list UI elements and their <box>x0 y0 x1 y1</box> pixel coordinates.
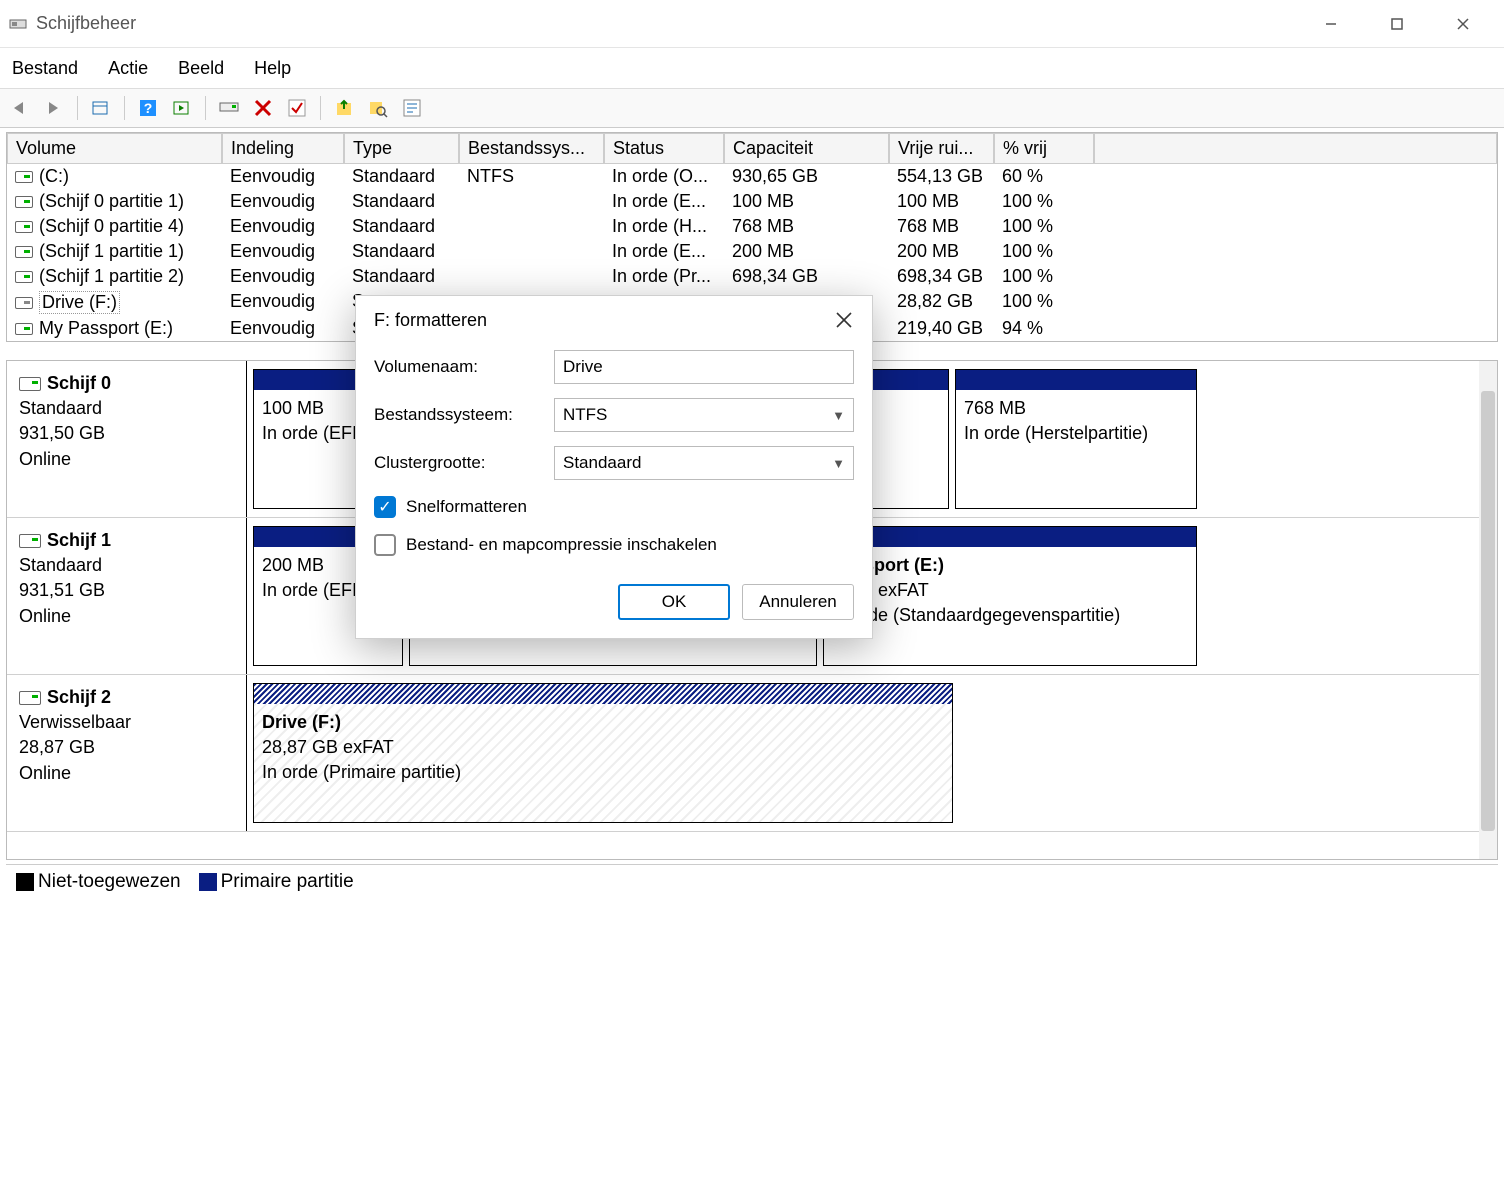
volume-list-header: Volume Indeling Type Bestandssys... Stat… <box>7 133 1497 164</box>
legend: Niet-toegewezen Primaire partitie <box>6 864 1498 899</box>
toolbar-separator <box>205 96 206 120</box>
column-spacer <box>1094 133 1497 164</box>
drive-icon <box>19 534 41 548</box>
partition[interactable]: Passport (E:)8 GB exFATIn orde (Standaar… <box>823 526 1197 666</box>
window-minimize-button[interactable] <box>1308 9 1354 39</box>
quick-format-label: Snelformatteren <box>406 497 527 517</box>
export-icon[interactable] <box>330 94 358 122</box>
legend-primary: Primaire partitie <box>199 871 354 893</box>
window-titlebar: Schijfbeheer <box>0 0 1504 48</box>
dialog-close-button[interactable] <box>832 308 856 332</box>
vertical-scrollbar[interactable] <box>1479 361 1497 859</box>
compression-label: Bestand- en mapcompressie inschakelen <box>406 535 717 555</box>
drive-icon <box>19 377 41 391</box>
menu-view[interactable]: Beeld <box>178 58 224 79</box>
drive-icon <box>15 221 33 233</box>
column-header-volume[interactable]: Volume <box>7 133 222 164</box>
drive-icon[interactable] <box>215 94 243 122</box>
svg-text:?: ? <box>144 100 153 116</box>
new-partition-icon[interactable] <box>283 94 311 122</box>
back-button[interactable] <box>6 94 34 122</box>
volume-row[interactable]: (Schijf 1 partitie 1)EenvoudigStandaardI… <box>7 239 1497 264</box>
volume-name-label: Volumenaam: <box>374 357 554 377</box>
compression-checkbox[interactable] <box>374 534 396 556</box>
partition[interactable]: Drive (F:)28,87 GB exFATIn orde (Primair… <box>253 683 953 823</box>
disk-info: Schijf 2Verwisselbaar28,87 GBOnline <box>7 675 247 831</box>
disk-info: Schijf 1Standaard931,51 GBOnline <box>7 518 247 674</box>
drive-icon <box>19 691 41 705</box>
search-icon[interactable] <box>364 94 392 122</box>
toolbar-separator <box>124 96 125 120</box>
chevron-down-icon: ▼ <box>832 408 845 423</box>
filesystem-label: Bestandssysteem: <box>374 405 554 425</box>
panel-toggle-icon[interactable] <box>168 94 196 122</box>
toolbar-separator <box>77 96 78 120</box>
cancel-button[interactable]: Annuleren <box>742 584 854 620</box>
menu-file[interactable]: Bestand <box>12 58 78 79</box>
chevron-down-icon: ▼ <box>832 456 845 471</box>
column-header-capacity[interactable]: Capaciteit <box>724 133 889 164</box>
scrollbar-thumb[interactable] <box>1481 391 1495 831</box>
menu-action[interactable]: Actie <box>108 58 148 79</box>
drive-icon <box>15 196 33 208</box>
dialog-title: F: formatteren <box>374 310 832 331</box>
volume-row[interactable]: (Schijf 1 partitie 2)EenvoudigStandaardI… <box>7 264 1497 289</box>
disk-info: Schijf 0Standaard931,50 GBOnline <box>7 361 247 517</box>
drive-icon <box>15 323 33 335</box>
volume-row[interactable]: (Schijf 0 partitie 1)EenvoudigStandaardI… <box>7 189 1497 214</box>
drive-icon <box>15 297 33 309</box>
cluster-size-label: Clustergrootte: <box>374 453 554 473</box>
window-title: Schijfbeheer <box>36 13 1308 34</box>
format-dialog: F: formatteren Volumenaam: Bestandssyste… <box>355 295 873 639</box>
delete-icon[interactable] <box>249 94 277 122</box>
legend-unallocated: Niet-toegewezen <box>16 871 181 893</box>
column-header-free[interactable]: Vrije rui... <box>889 133 994 164</box>
partition-container: Drive (F:)28,87 GB exFATIn orde (Primair… <box>247 675 1497 831</box>
quick-format-checkbox[interactable]: ✓ <box>374 496 396 518</box>
app-icon <box>8 14 28 34</box>
column-header-type[interactable]: Type <box>344 133 459 164</box>
column-header-filesystem[interactable]: Bestandssys... <box>459 133 604 164</box>
drive-icon <box>15 246 33 258</box>
ok-button[interactable]: OK <box>618 584 730 620</box>
column-header-status[interactable]: Status <box>604 133 724 164</box>
toolbar: ? <box>0 88 1504 128</box>
column-header-pctfree[interactable]: % vrij <box>994 133 1094 164</box>
cluster-size-select[interactable]: Standaard ▼ <box>554 446 854 480</box>
menu-bar: Bestand Actie Beeld Help <box>0 48 1504 88</box>
volume-row[interactable]: (C:)EenvoudigStandaardNTFSIn orde (O...9… <box>7 164 1497 189</box>
filesystem-select[interactable]: NTFS ▼ <box>554 398 854 432</box>
column-header-indeling[interactable]: Indeling <box>222 133 344 164</box>
volume-name-input[interactable] <box>554 350 854 384</box>
menu-help[interactable]: Help <box>254 58 291 79</box>
forward-button[interactable] <box>40 94 68 122</box>
volume-row[interactable]: (Schijf 0 partitie 4)EenvoudigStandaardI… <box>7 214 1497 239</box>
drive-icon <box>15 171 33 183</box>
toolbar-separator <box>320 96 321 120</box>
window-close-button[interactable] <box>1440 9 1486 39</box>
refresh-view-icon[interactable] <box>87 94 115 122</box>
disk-row: Schijf 2Verwisselbaar28,87 GBOnlineDrive… <box>7 675 1497 832</box>
window-maximize-button[interactable] <box>1374 9 1420 39</box>
help-icon[interactable]: ? <box>134 94 162 122</box>
drive-icon <box>15 271 33 283</box>
partition[interactable]: 768 MBIn orde (Herstelpartitie) <box>955 369 1197 509</box>
properties-icon[interactable] <box>398 94 426 122</box>
